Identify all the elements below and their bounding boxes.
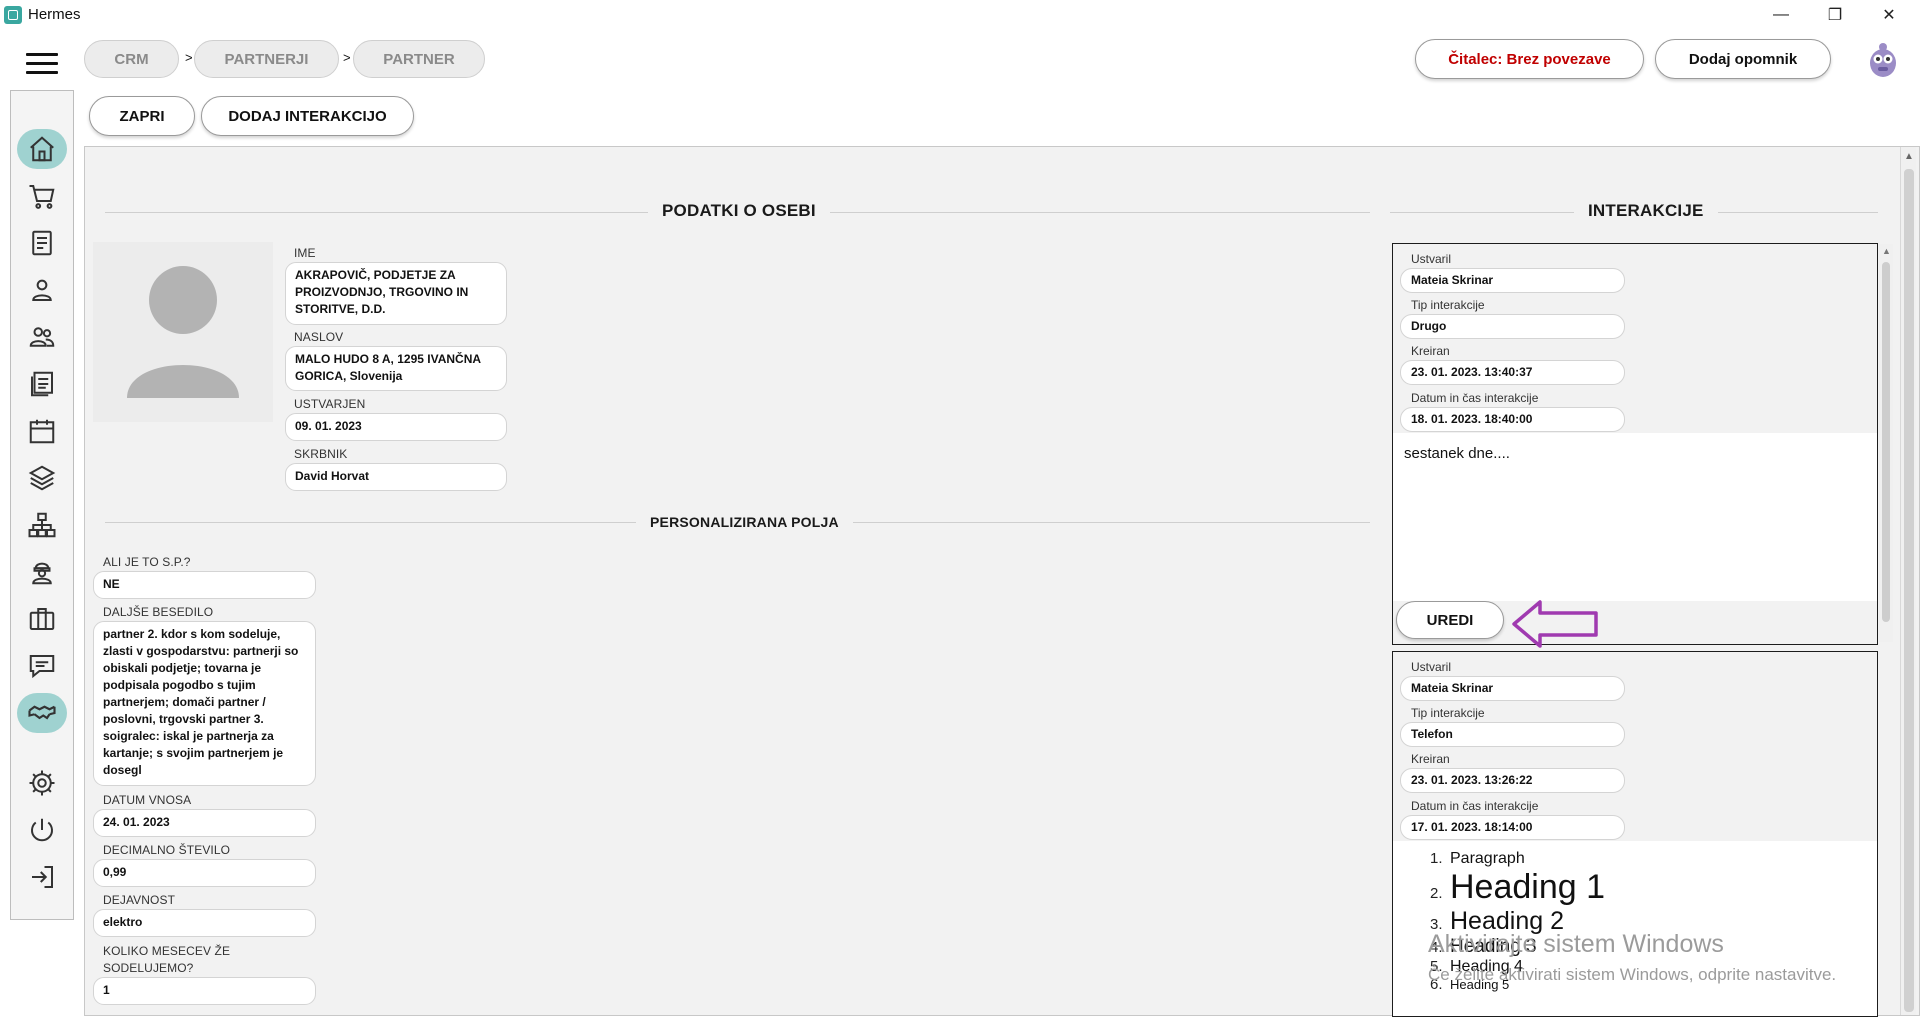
field-name: AKRAPOVIČ, PODJETJE ZA PROIZVODNJO, TRGO… — [285, 262, 507, 325]
value-datetime: 17. 01. 2023. 18:14:00 — [1400, 815, 1625, 840]
layers-icon[interactable] — [17, 458, 67, 498]
field-label-address: NASLOV — [294, 330, 344, 344]
home-icon[interactable] — [17, 129, 67, 169]
network-icon[interactable] — [17, 505, 67, 545]
user-icon[interactable] — [17, 270, 67, 310]
list-item: 6. Heading 5 — [1430, 976, 1510, 993]
value-created-by: Mateia Skrinar — [1400, 268, 1625, 293]
custom-label-sp: ALI JE TO S.P.? — [103, 555, 191, 569]
label-type: Tip interakcije — [1411, 706, 1485, 720]
logout-icon[interactable] — [17, 857, 67, 897]
scroll-up-icon[interactable]: ▲ — [1904, 151, 1914, 162]
add-reminder-button[interactable]: Dodaj opomnik — [1655, 39, 1831, 79]
custom-field-decimal: 0,99 — [93, 859, 316, 887]
label-created-by: Ustvaril — [1411, 252, 1452, 266]
list-item: 5. Heading 4 — [1430, 958, 1523, 975]
add-interaction-button[interactable]: DODAJ INTERAKCIJO — [201, 96, 414, 136]
avatar-icon[interactable] — [1864, 40, 1902, 78]
list-item: 4. Heading 3 — [1430, 936, 1537, 957]
edit-button[interactable]: UREDI — [1396, 601, 1504, 639]
interaction-card: Ustvaril Mateia Skrinar Tip interakcije … — [1392, 243, 1878, 645]
field-label-name: IME — [294, 246, 316, 260]
custom-field-activity: elektro — [93, 909, 316, 937]
custom-label-activity: DEJAVNOST — [103, 893, 176, 907]
handshake-icon[interactable] — [17, 693, 67, 733]
field-address: MALO HUDO 8 A, 1295 IVANČNA GORICA, Slov… — [285, 346, 507, 391]
interaction-content-list: 1. Paragraph 2. Heading 1 3. Heading 2 4. He… — [1430, 850, 1860, 993]
cart-icon[interactable] — [17, 176, 67, 216]
field-owner: David Horvat — [285, 463, 507, 491]
close-window-button[interactable]: ✕ — [1862, 0, 1916, 30]
custom-field-months: 1 — [93, 977, 316, 1005]
breadcrumb-crm[interactable]: CRM — [84, 40, 179, 78]
title-bar: Hermes — ❐ ✕ — [0, 0, 1920, 30]
breadcrumb-partnerji[interactable]: PARTNERJI — [194, 40, 339, 78]
scroll-up-icon[interactable]: ▲ — [1882, 246, 1891, 256]
list-icon[interactable] — [17, 364, 67, 404]
custom-label-long-text: DALJŠE BESEDILO — [103, 605, 214, 619]
interactions-section-title: INTERAKCIJE — [1574, 201, 1718, 221]
document-icon[interactable] — [17, 223, 67, 263]
custom-label-entry-date: DATUM VNOSA — [103, 793, 192, 807]
label-type: Tip interakcije — [1411, 298, 1485, 312]
value-created: 23. 01. 2023. 13:40:37 — [1400, 360, 1625, 385]
calendar-icon[interactable] — [17, 411, 67, 451]
list-item: 1. Paragraph — [1430, 850, 1525, 867]
custom-field-entry-date: 24. 01. 2023 — [93, 809, 316, 837]
field-label-owner: SKRBNIK — [294, 447, 348, 461]
custom-section-title: PERSONALIZIRANA POLJA — [636, 514, 853, 530]
minimize-button[interactable]: — — [1754, 0, 1808, 30]
reader-status-button[interactable]: Čitalec: Brez povezave — [1415, 39, 1644, 79]
window-title: Hermes — [28, 6, 81, 23]
briefcase-icon[interactable] — [17, 599, 67, 639]
interaction-content: sestanek dne.... — [1393, 433, 1877, 601]
worker-icon[interactable] — [17, 552, 67, 592]
custom-label-months: KOLIKO MESECEV ŽE SODELUJEMO? — [103, 944, 231, 975]
custom-field-sp: NE — [93, 571, 316, 599]
app-logo-icon — [4, 6, 22, 24]
annotation-arrow-icon — [1512, 600, 1598, 648]
value-created-by: Mateia Skrinar — [1400, 676, 1625, 701]
person-section-title: PODATKI O OSEBI — [648, 201, 830, 221]
power-icon[interactable] — [17, 810, 67, 850]
label-datetime: Datum in čas interakcije — [1411, 391, 1539, 405]
value-type: Telefon — [1400, 722, 1625, 747]
scrollbar-thumb[interactable] — [1882, 262, 1890, 622]
users-icon[interactable] — [17, 317, 67, 357]
breadcrumb-separator: > — [343, 50, 351, 65]
sidebar — [10, 90, 74, 920]
field-label-created: USTVARJEN — [294, 397, 366, 411]
breadcrumb-separator: > — [185, 50, 193, 65]
settings-icon[interactable] — [17, 763, 67, 803]
hamburger-menu-icon[interactable] — [26, 53, 58, 77]
scrollbar-thumb[interactable] — [1904, 169, 1914, 1012]
field-created: 09. 01. 2023 — [285, 413, 507, 441]
maximize-button[interactable]: ❐ — [1808, 0, 1862, 30]
label-datetime: Datum in čas interakcije — [1411, 799, 1539, 813]
label-created: Kreiran — [1411, 752, 1450, 766]
list-item: 2. Heading 1 — [1430, 868, 1606, 906]
label-created-by: Ustvaril — [1411, 660, 1452, 674]
close-button[interactable]: ZAPRI — [89, 96, 195, 136]
profile-photo — [93, 242, 273, 422]
value-created: 23. 01. 2023. 13:26:22 — [1400, 768, 1625, 793]
custom-label-decimal: DECIMALNO ŠTEVILO — [103, 843, 231, 857]
interactions-scrollbar[interactable]: ▲ — [1879, 244, 1893, 642]
chat-icon[interactable] — [17, 646, 67, 686]
breadcrumb-partner[interactable]: PARTNER — [353, 40, 485, 78]
custom-field-long-text: partner 2. kdor s kom sodeluje, zlasti v… — [93, 621, 316, 786]
value-type: Drugo — [1400, 314, 1625, 339]
page-scrollbar[interactable]: ▲ — [1900, 147, 1916, 1015]
person-placeholder-icon — [127, 266, 239, 398]
list-item: 3. Heading 2 — [1430, 907, 1564, 935]
label-created: Kreiran — [1411, 344, 1450, 358]
value-datetime: 18. 01. 2023. 18:40:00 — [1400, 407, 1625, 432]
